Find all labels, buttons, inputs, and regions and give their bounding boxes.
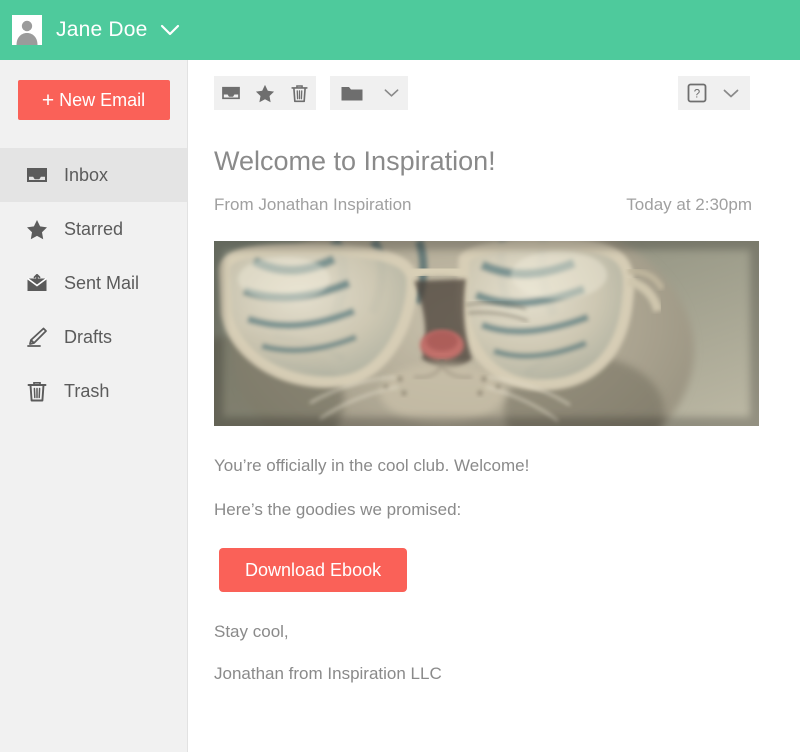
sidebar-item-label: Starred <box>64 218 124 239</box>
avatar <box>12 15 42 45</box>
chevron-down-icon <box>384 89 398 97</box>
plus-icon: + <box>41 89 55 112</box>
email-paragraph-1: You’re officially in the cool club. Welc… <box>214 456 530 475</box>
folder-options-button[interactable] <box>374 76 408 110</box>
sidebar-item-label: Trash <box>64 380 110 401</box>
email-subject: Welcome to Inspiration! <box>214 146 496 176</box>
toolbar-help-group: ? <box>678 76 750 110</box>
sidebar-item-label: Drafts <box>64 326 113 347</box>
inbox-icon <box>26 166 50 184</box>
archive-icon <box>222 86 240 100</box>
sidebar-item-label: Inbox <box>64 164 109 185</box>
trash-icon <box>26 381 50 402</box>
main-pane: ? Welcome to Inspiration! From Jonathan … <box>188 60 800 752</box>
app-body: + New Email Inbox Starred Sent Mail Draf… <box>0 60 800 752</box>
sidebar-item-inbox[interactable]: Inbox <box>0 148 187 202</box>
download-ebook-button[interactable]: Download Ebook <box>219 548 408 592</box>
trash-icon <box>290 84 308 102</box>
email-hero-image <box>214 241 759 426</box>
star-icon <box>255 84 275 102</box>
email-content: Welcome to Inspiration! From Jonathan In… <box>188 126 760 752</box>
toolbar-action-group <box>214 76 316 110</box>
sidebar: + New Email Inbox Starred Sent Mail Draf… <box>0 60 188 752</box>
email-toolbar: ? <box>188 60 760 126</box>
user-name[interactable]: Jane Doe <box>56 18 148 42</box>
sidebar-item-sent-mail[interactable]: Sent Mail <box>0 256 187 310</box>
sidebar-item-label: Sent Mail <box>64 272 140 293</box>
person-placeholder-icon <box>12 15 42 45</box>
email-client-app: Jane Doe + New Email Inbox Starred Sent … <box>0 0 800 752</box>
more-options-button[interactable] <box>714 76 748 110</box>
star-icon <box>26 219 50 240</box>
folder-icon <box>341 86 363 100</box>
toolbar-folder-group <box>330 76 408 110</box>
new-email-label: New Email <box>59 90 146 110</box>
email-sender: From Jonathan Inspiration <box>214 195 412 214</box>
help-icon: ? <box>687 83 707 103</box>
delete-button[interactable] <box>282 76 316 110</box>
sidebar-nav: Inbox Starred Sent Mail Drafts Trash <box>0 148 187 418</box>
new-email-button[interactable]: + New Email <box>17 80 170 120</box>
sidebar-item-drafts[interactable]: Drafts <box>0 310 187 364</box>
top-bar: Jane Doe <box>0 0 800 60</box>
pencil-icon <box>26 327 50 347</box>
cat-wearing-glasses-photo <box>214 241 759 426</box>
sidebar-item-starred[interactable]: Starred <box>0 202 187 256</box>
move-to-folder-button[interactable] <box>330 76 374 110</box>
sent-mail-icon <box>26 273 50 293</box>
email-signoff: Stay cool, <box>214 622 289 641</box>
star-button[interactable] <box>248 76 282 110</box>
sidebar-item-trash[interactable]: Trash <box>0 364 187 418</box>
chevron-down-icon <box>160 24 179 35</box>
email-meta: From Jonathan Inspiration Today at 2:30p… <box>214 195 760 215</box>
svg-text:?: ? <box>694 89 700 101</box>
user-menu-toggle[interactable] <box>160 24 180 37</box>
email-signature: Jonathan from Inspiration LLC <box>214 664 442 683</box>
chevron-down-icon <box>723 89 739 97</box>
email-paragraph-2: Here’s the goodies we promised: <box>214 500 462 519</box>
archive-button[interactable] <box>214 76 248 110</box>
help-button[interactable]: ? <box>680 76 714 110</box>
email-timestamp: Today at 2:30pm <box>626 195 752 214</box>
